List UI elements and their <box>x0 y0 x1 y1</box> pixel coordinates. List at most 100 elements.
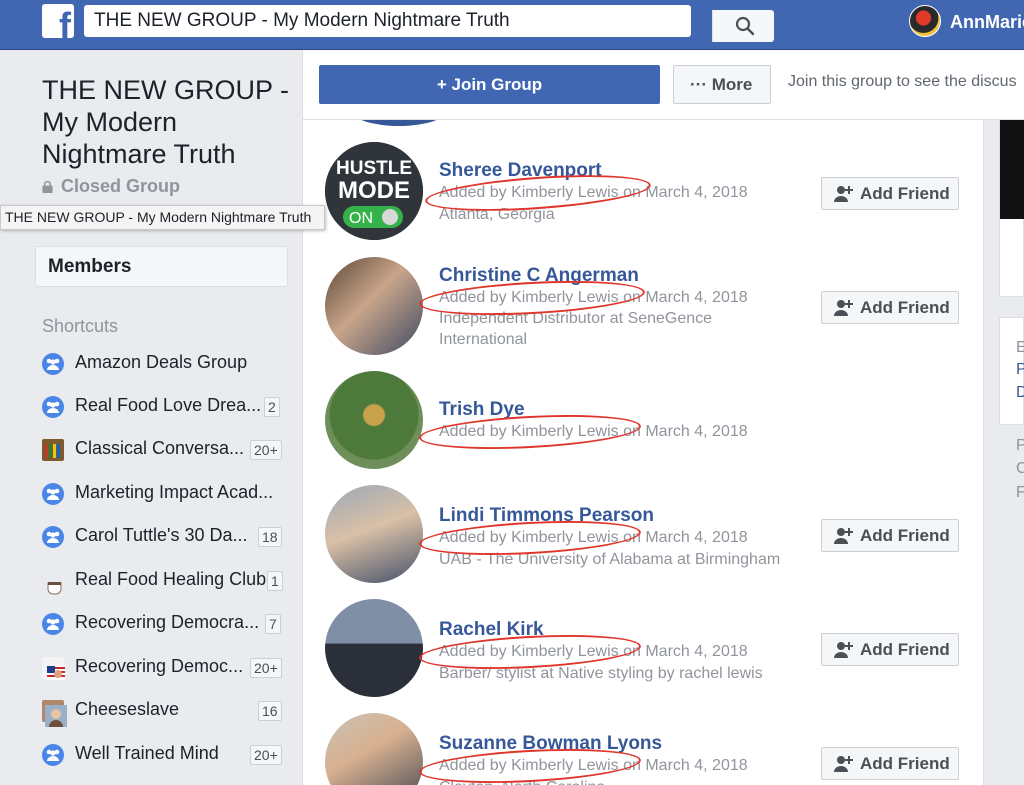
add-friend-icon <box>834 642 853 658</box>
add-friend-icon <box>834 528 853 544</box>
added-suffix: on March 4, 2018 <box>623 643 748 660</box>
privacy-text: Closed Group <box>61 176 181 196</box>
member-avatar[interactable] <box>325 371 423 469</box>
notification-badge: 20+ <box>250 440 282 460</box>
group-privacy-label: Closed Group <box>42 176 180 197</box>
add-friend-label: Add Friend <box>860 640 950 659</box>
left-sidebar: THE NEW GROUP - My Modern Nightmare Trut… <box>0 50 303 785</box>
join-group-button[interactable]: + Join Group <box>319 65 660 104</box>
group-title-tooltip: THE NEW GROUP - My Modern Nightmare Trut… <box>0 205 325 230</box>
add-friend-icon <box>834 186 853 202</box>
add-friend-icon <box>834 756 853 772</box>
add-friend-icon <box>834 300 853 316</box>
shortcut-item[interactable]: Recovering Democ... 20+ <box>42 653 287 681</box>
notification-badge: 18 <box>258 527 282 547</box>
notification-badge: 20+ <box>250 745 282 765</box>
shortcut-item[interactable]: Classical Conversa... 20+ <box>42 435 287 463</box>
notification-badge: 2 <box>264 397 280 417</box>
member-avatar[interactable] <box>325 485 423 583</box>
right-panel-link[interactable]: P <box>1016 361 1024 379</box>
right-panel-text: F <box>1016 484 1024 501</box>
more-dots-icon: ··· <box>690 75 707 94</box>
member-avatar[interactable] <box>325 257 423 355</box>
user-avatar[interactable] <box>909 5 941 37</box>
group-icon <box>42 526 64 548</box>
user-name-link[interactable]: AnnMarie <box>950 12 1024 33</box>
add-friend-button[interactable]: Add Friend <box>821 177 959 210</box>
group-icon <box>42 613 64 635</box>
member-detail: International <box>439 331 528 348</box>
members-list: HUSTLE MODE ON Sheree Davenport Added by … <box>303 50 984 785</box>
notification-badge: 7 <box>265 614 281 634</box>
right-panel-text: P <box>1016 437 1024 454</box>
facebook-logo-icon[interactable]: f <box>42 4 74 38</box>
bookshelf-icon <box>42 439 64 461</box>
group-title[interactable]: THE NEW GROUP - My Modern Nightmare Trut… <box>42 74 292 170</box>
shortcut-label: Marketing Impact Acad... <box>75 482 274 502</box>
search-input[interactable]: THE NEW GROUP - My Modern Nightmare Trut… <box>94 10 510 32</box>
shortcut-item[interactable]: Well Trained Mind 20+ <box>42 740 287 768</box>
group-icon <box>42 396 64 418</box>
add-friend-button[interactable]: Add Friend <box>821 633 959 666</box>
coffee-cup-icon <box>42 570 64 595</box>
avatar-text: HUSTLE <box>336 158 412 179</box>
group-action-bar: + Join Group ··· More Join this group to… <box>303 50 1024 120</box>
more-label: More <box>711 75 753 94</box>
shortcut-item[interactable]: Cheeseslave 16 <box>42 696 287 727</box>
avatar-toggle-text: ON <box>349 210 373 227</box>
shortcut-label: Classical Conversa... <box>75 438 245 458</box>
search-bar[interactable]: THE NEW GROUP - My Modern Nightmare Trut… <box>84 5 774 42</box>
added-suffix: on March 4, 2018 <box>623 529 748 546</box>
member-avatar[interactable]: HUSTLE MODE ON <box>325 142 423 240</box>
group-icon <box>42 353 64 375</box>
shortcut-item[interactable]: Real Food Love Drea... 2 <box>42 392 287 420</box>
tab-members[interactable]: Members <box>35 246 288 287</box>
search-button[interactable] <box>712 10 774 42</box>
shortcut-label: Real Food Healing Club <box>75 569 267 589</box>
add-friend-label: Add Friend <box>860 184 950 203</box>
member-avatar[interactable] <box>325 599 423 697</box>
shortcut-label: Real Food Love Drea... <box>75 395 262 415</box>
notification-badge: 20+ <box>250 658 282 678</box>
shortcut-item[interactable]: Carol Tuttle's 30 Da... 18 <box>42 522 287 550</box>
notification-badge: 16 <box>258 701 282 721</box>
add-friend-label: Add Friend <box>860 526 950 545</box>
more-button[interactable]: ··· More <box>673 65 771 104</box>
add-friend-button[interactable]: Add Friend <box>821 747 959 780</box>
join-message: Join this group to see the discus <box>788 73 1017 90</box>
added-suffix: on March 4, 2018 <box>623 757 748 774</box>
add-friend-button[interactable]: Add Friend <box>821 519 959 552</box>
lock-icon <box>42 181 53 193</box>
shortcut-label: Cheeseslave <box>75 699 180 719</box>
group-icon <box>42 483 64 505</box>
shortcuts-header: Shortcuts <box>42 316 119 336</box>
notification-badge: 1 <box>267 571 283 591</box>
right-panel-text: C <box>1016 460 1024 477</box>
add-friend-label: Add Friend <box>860 298 950 317</box>
added-suffix: on March 4, 2018 <box>623 423 748 440</box>
avatar-text-line2: MODE <box>338 177 410 204</box>
right-sidebar: E P D P C F <box>985 50 1024 785</box>
search-icon <box>735 16 755 36</box>
shortcut-item[interactable]: Amazon Deals Group <box>42 349 287 377</box>
photo-icon <box>42 700 67 727</box>
right-panel-link[interactable]: D <box>1016 384 1024 402</box>
shortcut-label: Amazon Deals Group <box>75 352 248 372</box>
shortcut-label: Carol Tuttle's 30 Da... <box>75 525 248 545</box>
shortcut-item[interactable]: Real Food Healing Club 1 <box>42 566 287 595</box>
add-friend-label: Add Friend <box>860 754 950 773</box>
shortcut-label: Well Trained Mind <box>75 743 219 763</box>
join-group-label: Join Group <box>451 75 543 94</box>
right-panel-text: E <box>1016 339 1024 356</box>
group-icon <box>42 744 64 766</box>
shortcut-label: Recovering Democ... <box>75 656 244 676</box>
top-navigation-bar: f THE NEW GROUP - My Modern Nightmare Tr… <box>0 0 1024 50</box>
shortcut-item[interactable]: Marketing Impact Acad... <box>42 479 287 507</box>
right-panel-image <box>1000 119 1024 219</box>
shortcut-label: Recovering Democra... <box>75 612 260 632</box>
add-friend-button[interactable]: Add Friend <box>821 291 959 324</box>
shortcut-item[interactable]: Recovering Democra... 7 <box>42 609 287 637</box>
plus-icon: + <box>436 75 447 94</box>
flag-icon <box>42 657 65 680</box>
member-avatar[interactable] <box>325 713 423 785</box>
